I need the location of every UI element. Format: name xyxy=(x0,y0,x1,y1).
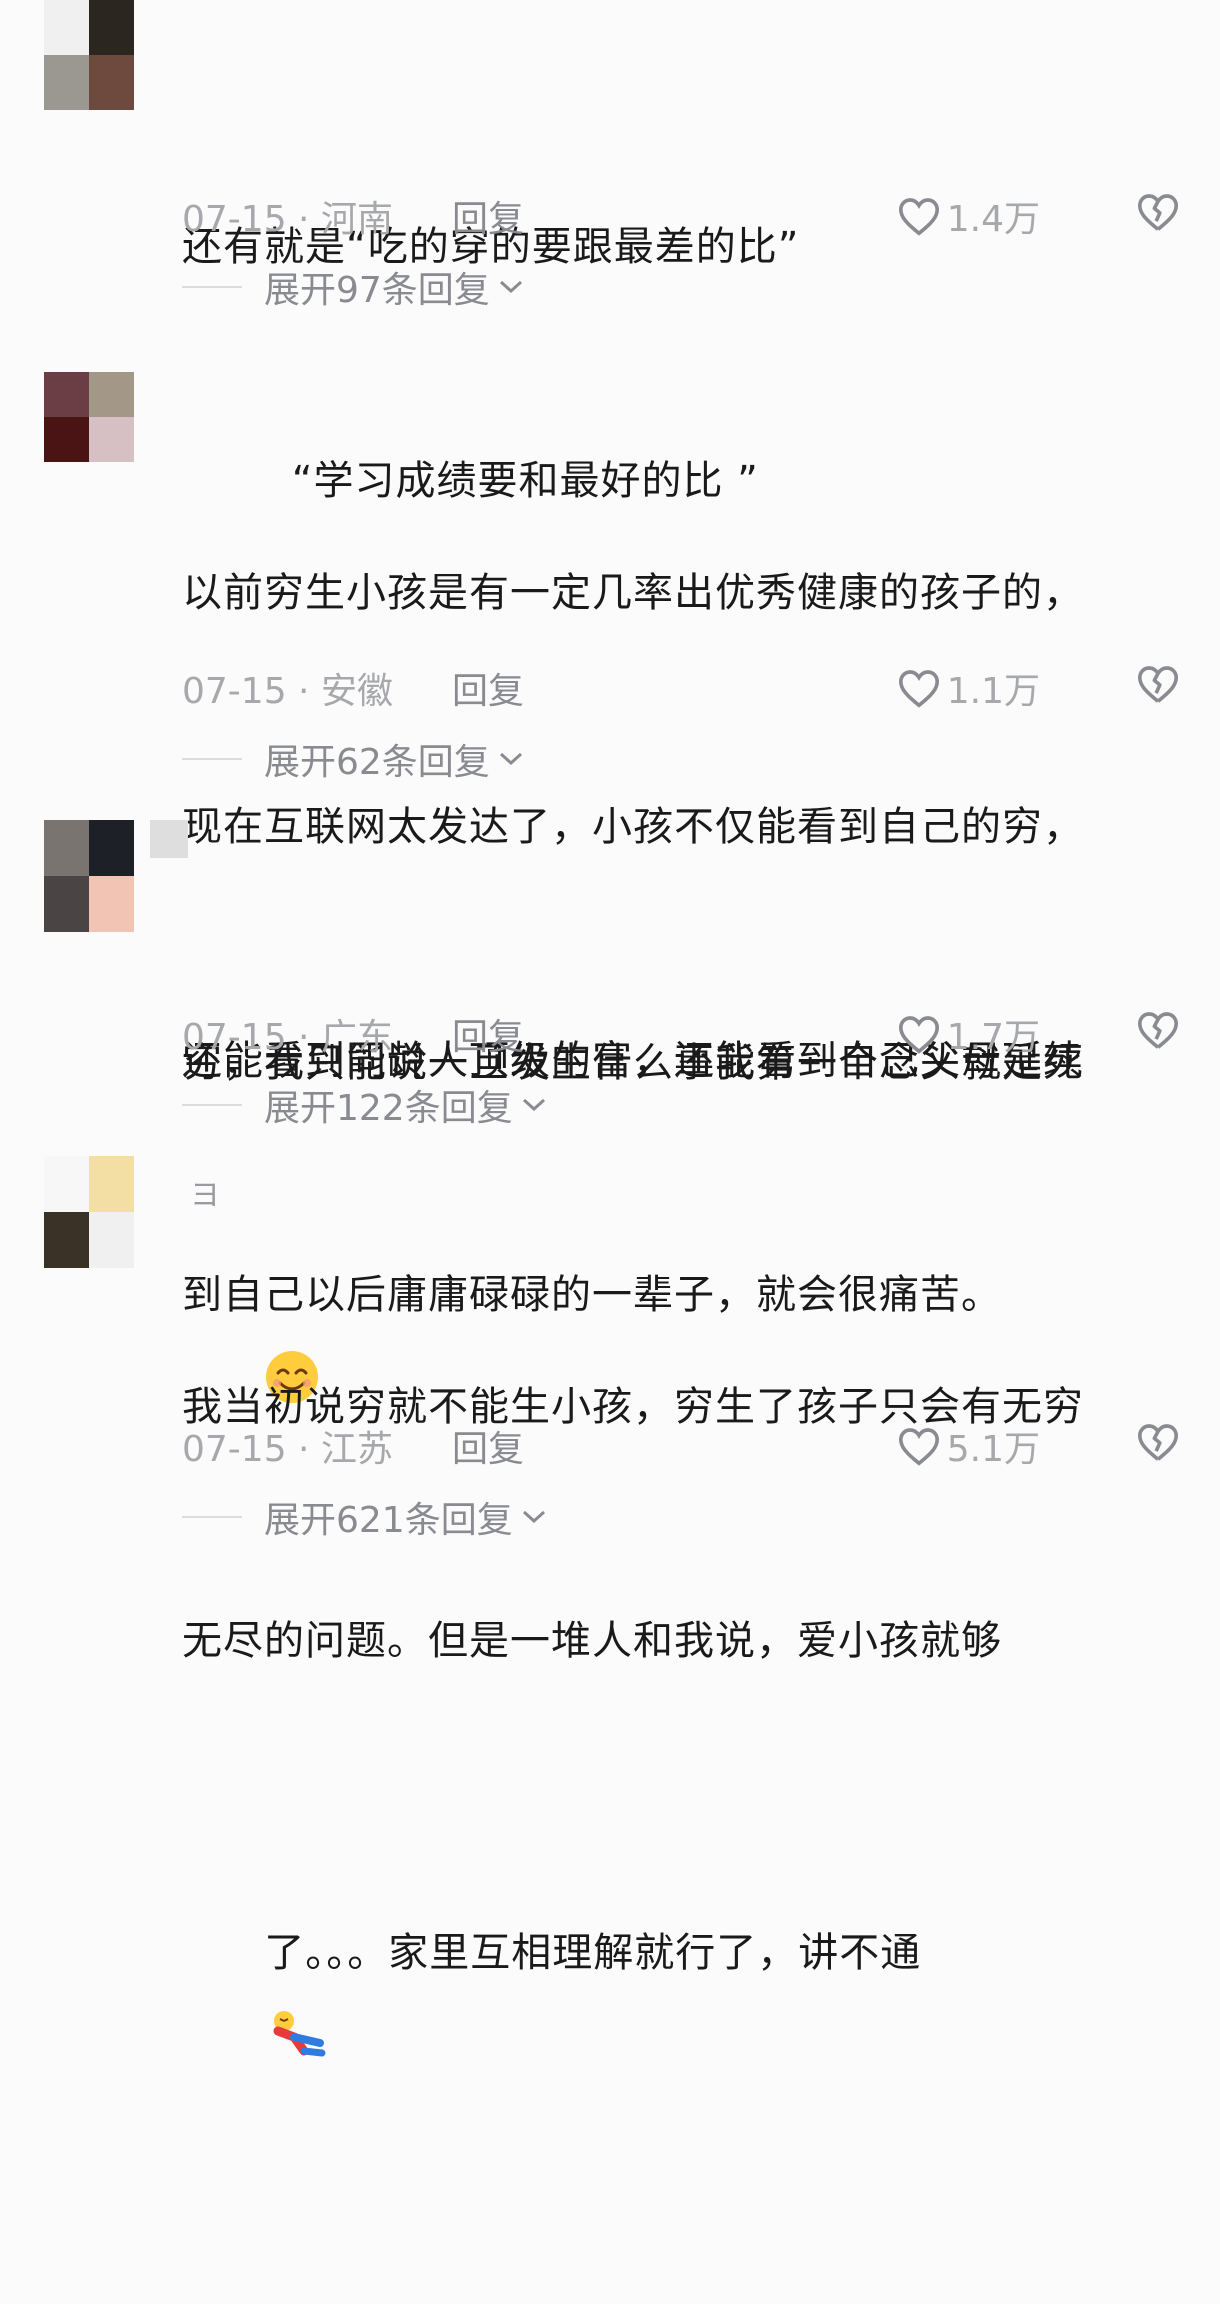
like-count: 1.7万 xyxy=(946,1017,1040,1058)
avatar[interactable] xyxy=(44,0,134,110)
chevron-down-icon xyxy=(522,1098,545,1112)
dislike-button[interactable] xyxy=(1136,664,1180,713)
expand-replies-label: 展开62条回复 xyxy=(264,742,490,783)
comment-date-location: 07-15 · 广东 xyxy=(182,1017,393,1058)
comment-meta: 07-15 · 广东 回复 1.7万 xyxy=(182,1008,1180,1058)
avatar[interactable] xyxy=(44,820,134,932)
reply-button[interactable]: 回复 xyxy=(452,190,524,242)
expand-replies-button[interactable]: 展开97条回复 xyxy=(182,262,526,312)
heart-icon xyxy=(898,1016,939,1054)
comment-date-location: 07-15 · 安徽 xyxy=(182,671,393,712)
like-count: 5.1万 xyxy=(946,1429,1040,1470)
heart-icon xyxy=(898,1428,939,1466)
divider-dash xyxy=(182,1104,242,1106)
comment-date-location: 07-15 · 江苏 xyxy=(182,1429,393,1470)
broken-heart-icon xyxy=(1138,194,1178,231)
like-button[interactable]: 1.7万 xyxy=(897,1008,1040,1060)
chevron-down-icon xyxy=(499,280,522,294)
dislike-button[interactable] xyxy=(1136,1010,1180,1059)
like-button[interactable]: 1.4万 xyxy=(897,190,1040,242)
comment-text: 我当初说穷就不能生小孩，穷生了孩子只会有无穷 无尽的问题。但是一堆人和我说，爱小… xyxy=(182,1212,1184,2304)
comment-meta: 07-15 · 江苏 回复 5.1万 xyxy=(182,1420,1180,1470)
avatar[interactable] xyxy=(44,372,134,462)
broken-heart-icon xyxy=(1138,1012,1178,1049)
broken-heart-icon xyxy=(1138,1424,1178,1461)
avatar[interactable] xyxy=(44,1156,134,1268)
username-placeholder xyxy=(150,820,188,858)
username[interactable]: ヨ xyxy=(190,1170,220,1214)
chevron-down-icon xyxy=(499,752,522,766)
heart-icon xyxy=(898,670,939,708)
expand-replies-button[interactable]: 展开621条回复 xyxy=(182,1492,549,1542)
expand-replies-label: 展开122条回复 xyxy=(264,1088,513,1129)
heart-icon xyxy=(898,198,939,236)
like-count: 1.4万 xyxy=(946,199,1040,240)
divider-dash xyxy=(182,286,242,288)
expand-replies-label: 展开621条回复 xyxy=(264,1500,513,1541)
lying-down-sticker xyxy=(273,2011,326,2057)
expand-replies-button[interactable]: 展开62条回复 xyxy=(182,734,526,784)
divider-dash xyxy=(182,758,242,760)
dislike-button[interactable] xyxy=(1136,192,1180,241)
comment-meta: 07-15 · 安徽 回复 1.1万 xyxy=(182,662,1180,712)
comment-date-location: 07-15 · 河南 xyxy=(182,199,393,240)
like-button[interactable]: 1.1万 xyxy=(897,662,1040,714)
like-button[interactable]: 5.1万 xyxy=(897,1420,1040,1472)
like-count: 1.1万 xyxy=(946,671,1040,712)
chevron-down-icon xyxy=(522,1510,545,1524)
reply-button[interactable]: 回复 xyxy=(452,662,524,714)
expand-replies-label: 展开97条回复 xyxy=(264,270,490,311)
broken-heart-icon xyxy=(1138,666,1178,703)
divider-dash xyxy=(182,1516,242,1518)
reply-button[interactable]: 回复 xyxy=(452,1420,524,1472)
expand-replies-button[interactable]: 展开122条回复 xyxy=(182,1080,549,1130)
dislike-button[interactable] xyxy=(1136,1422,1180,1471)
reply-button[interactable]: 回复 xyxy=(452,1008,524,1060)
comment-meta: 07-15 · 河南 回复 1.4万 xyxy=(182,190,1180,240)
